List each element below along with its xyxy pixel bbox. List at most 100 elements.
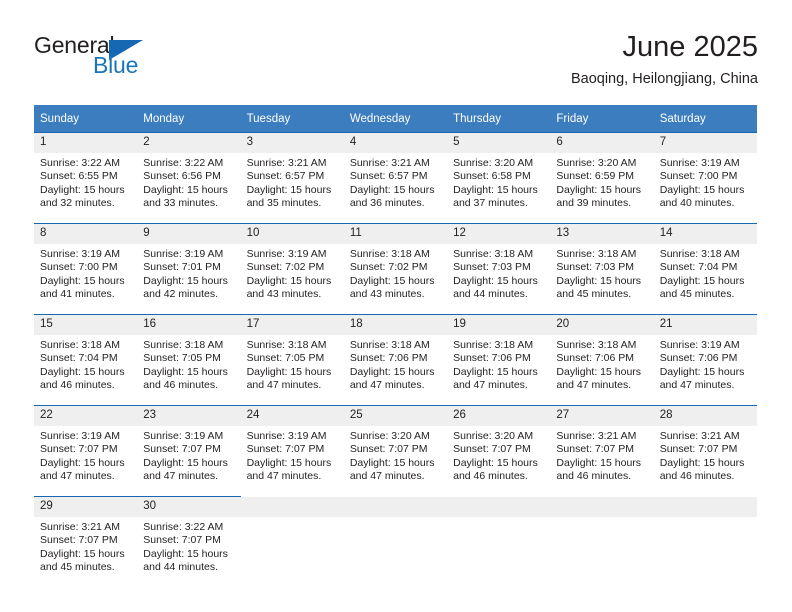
sunset-text: Sunset: 7:07 PM xyxy=(659,443,738,456)
day-cell-inner: 7 Sunrise: 3:19 AM Sunset: 7:00 PM Daylight… xyxy=(653,133,757,223)
sunset-text: Sunset: 7:01 PM xyxy=(143,261,221,274)
sunrise-text: Sunrise: 3:19 AM xyxy=(40,430,120,442)
calendar-day-cell[interactable]: 24 Sunrise: 3:19 AM Sunset: 7:07 PM Dayligh… xyxy=(240,405,344,497)
calendar-empty-cell xyxy=(447,496,551,588)
calendar-day-cell[interactable]: 18 Sunrise: 3:18 AM Sunset: 7:06 PM Dayligh… xyxy=(343,314,448,406)
sunrise-text: Sunrise: 3:19 AM xyxy=(246,430,327,442)
logo-word-blue: Blue xyxy=(93,52,139,78)
sunset-text: Sunset: 6:56 PM xyxy=(143,170,221,183)
day-cell-inner xyxy=(550,496,654,587)
calendar-empty-cell xyxy=(343,496,448,588)
calendar-day-cell[interactable]: 17 Sunrise: 3:18 AM Sunset: 7:05 PM Dayligh… xyxy=(240,314,344,406)
calendar-day-cell[interactable]: 19 Sunrise: 3:18 AM Sunset: 7:06 PM Dayligh… xyxy=(447,314,551,406)
calendar-day-cell[interactable]: 8 Sunrise: 3:19 AM Sunset: 7:00 PM Daylight… xyxy=(34,223,138,315)
daylight-text-line2: and 43 minutes. xyxy=(246,288,322,301)
calendar-day-cell[interactable]: 6 Sunrise: 3:20 AM Sunset: 6:59 PM Daylight… xyxy=(550,132,654,224)
day-cell-inner: 6 Sunrise: 3:20 AM Sunset: 6:59 PM Daylight… xyxy=(550,133,654,223)
sunset-text: Sunset: 7:07 PM xyxy=(143,443,221,456)
calendar-day-cell[interactable]: 9 Sunrise: 3:19 AM Sunset: 7:01 PM Daylight… xyxy=(137,223,241,315)
day-details: Sunrise: 3:19 AM Sunset: 7:02 PM Daylight:… xyxy=(241,244,344,302)
day-number: 10 xyxy=(240,224,344,244)
calendar-day-cell[interactable]: 16 Sunrise: 3:18 AM Sunset: 7:05 PM Dayligh… xyxy=(137,314,241,406)
calendar-day-cell[interactable]: 2 Sunrise: 3:22 AM Sunset: 6:56 PM Daylight… xyxy=(137,132,241,224)
sunrise-text: Sunrise: 3:19 AM xyxy=(143,430,224,442)
calendar-day-cell[interactable]: 27 Sunrise: 3:21 AM Sunset: 7:07 PM Dayligh… xyxy=(550,405,654,497)
day-details: Sunrise: 3:18 AM Sunset: 7:06 PM Daylight:… xyxy=(447,335,550,393)
sunset-text: Sunset: 6:58 PM xyxy=(453,170,531,183)
sunrise-text: Sunrise: 3:20 AM xyxy=(453,157,534,169)
sunset-text: Sunset: 7:02 PM xyxy=(349,261,428,274)
day-number: 21 xyxy=(653,315,757,335)
daylight-text-line2: and 46 minutes. xyxy=(556,470,632,483)
page-title: June 2025 xyxy=(622,31,758,63)
calendar-day-cell[interactable]: 7 Sunrise: 3:19 AM Sunset: 7:00 PM Daylight… xyxy=(653,132,757,224)
sunset-text: Sunset: 7:06 PM xyxy=(349,352,428,365)
day-cell-inner: 3 Sunrise: 3:21 AM Sunset: 6:57 PM Daylight… xyxy=(240,133,344,223)
daylight-text-line2: and 46 minutes. xyxy=(453,470,528,483)
day-details: Sunrise: 3:18 AM Sunset: 7:03 PM Daylight:… xyxy=(550,244,653,302)
daylight-text-line1: Daylight: 15 hours xyxy=(659,456,745,469)
calendar-day-cell[interactable]: 1 Sunrise: 3:22 AM Sunset: 6:55 PM Daylight… xyxy=(34,132,138,224)
daylight-text-line1: Daylight: 15 hours xyxy=(453,365,538,378)
calendar-day-cell[interactable]: 12 Sunrise: 3:18 AM Sunset: 7:03 PM Dayligh… xyxy=(447,223,551,315)
day-number: 4 xyxy=(343,133,448,153)
day-details: Sunrise: 3:21 AM Sunset: 7:07 PM Daylight:… xyxy=(34,517,137,575)
sunset-text: Sunset: 7:07 PM xyxy=(349,443,428,456)
calendar-day-cell[interactable]: 4 Sunrise: 3:21 AM Sunset: 6:57 PM Daylight… xyxy=(343,132,448,224)
calendar-day-cell[interactable]: 28 Sunrise: 3:21 AM Sunset: 7:07 PM Dayligh… xyxy=(653,405,757,497)
day-number: 17 xyxy=(240,315,344,335)
sunrise-text: Sunrise: 3:19 AM xyxy=(659,339,740,351)
day-details: Sunrise: 3:19 AM Sunset: 7:06 PM Daylight:… xyxy=(654,335,757,393)
sunset-text: Sunset: 7:06 PM xyxy=(453,352,531,365)
daylight-text-line1: Daylight: 15 hours xyxy=(453,183,538,196)
calendar-day-cell[interactable]: 26 Sunrise: 3:20 AM Sunset: 7:07 PM Dayligh… xyxy=(447,405,551,497)
day-details: Sunrise: 3:22 AM Sunset: 6:55 PM Daylight:… xyxy=(34,153,137,211)
calendar-page: General Blue June 2025 Baoqing, Heilongj… xyxy=(0,0,792,612)
calendar-week-row: 15 Sunrise: 3:18 AM Sunset: 7:04 PM Dayligh… xyxy=(34,314,757,406)
day-number: 15 xyxy=(34,315,138,335)
sunrise-text: Sunrise: 3:19 AM xyxy=(40,248,120,260)
sunset-text: Sunset: 7:00 PM xyxy=(659,170,738,183)
daylight-text-line2: and 37 minutes. xyxy=(453,197,528,210)
calendar-day-cell[interactable]: 30 Sunrise: 3:22 AM Sunset: 7:07 PM Dayligh… xyxy=(137,496,241,587)
sunrise-text: Sunrise: 3:18 AM xyxy=(659,248,740,260)
sunrise-text: Sunrise: 3:18 AM xyxy=(556,248,637,260)
sunset-text: Sunset: 6:55 PM xyxy=(40,170,118,183)
calendar-day-cell[interactable]: 20 Sunrise: 3:18 AM Sunset: 7:06 PM Dayligh… xyxy=(550,314,654,406)
daylight-text-line1: Daylight: 15 hours xyxy=(349,365,435,378)
calendar-day-cell[interactable]: 13 Sunrise: 3:18 AM Sunset: 7:03 PM Dayligh… xyxy=(550,223,654,315)
calendar-day-cell[interactable]: 21 Sunrise: 3:19 AM Sunset: 7:06 PM Dayligh… xyxy=(653,314,757,406)
calendar-day-cell[interactable]: 25 Sunrise: 3:20 AM Sunset: 7:07 PM Dayligh… xyxy=(343,405,448,497)
day-cell-inner: 27 Sunrise: 3:21 AM Sunset: 7:07 PM Dayligh… xyxy=(550,406,654,496)
calendar-day-cell[interactable]: 29 Sunrise: 3:21 AM Sunset: 7:07 PM Dayligh… xyxy=(34,496,138,587)
calendar-day-cell[interactable]: 11 Sunrise: 3:18 AM Sunset: 7:02 PM Dayligh… xyxy=(343,223,448,315)
day-cell-inner: 16 Sunrise: 3:18 AM Sunset: 7:05 PM Dayligh… xyxy=(137,315,241,405)
daylight-text-line2: and 46 minutes. xyxy=(143,379,218,392)
weekday-header-saturday: Saturday xyxy=(653,105,757,133)
calendar-day-cell[interactable]: 23 Sunrise: 3:19 AM Sunset: 7:07 PM Dayligh… xyxy=(137,405,241,497)
daylight-text-line2: and 47 minutes. xyxy=(40,470,115,483)
day-number: 26 xyxy=(447,406,551,426)
sunset-text: Sunset: 7:07 PM xyxy=(143,534,221,547)
weekday-header-thursday: Thursday xyxy=(447,105,551,133)
calendar-day-cell[interactable]: 15 Sunrise: 3:18 AM Sunset: 7:04 PM Dayligh… xyxy=(34,314,138,406)
day-cell-inner: 10 Sunrise: 3:19 AM Sunset: 7:02 PM Dayligh… xyxy=(240,224,344,314)
day-cell-inner: 24 Sunrise: 3:19 AM Sunset: 7:07 PM Dayligh… xyxy=(240,406,344,496)
calendar-day-cell[interactable]: 22 Sunrise: 3:19 AM Sunset: 7:07 PM Dayligh… xyxy=(34,405,138,497)
daylight-text-line1: Daylight: 15 hours xyxy=(40,547,125,560)
day-cell-inner: 17 Sunrise: 3:18 AM Sunset: 7:05 PM Dayligh… xyxy=(240,315,344,405)
daylight-text-line1: Daylight: 15 hours xyxy=(40,456,125,469)
calendar-day-cell[interactable]: 5 Sunrise: 3:20 AM Sunset: 6:58 PM Daylight… xyxy=(447,132,551,224)
calendar-day-cell[interactable]: 3 Sunrise: 3:21 AM Sunset: 6:57 PM Daylight… xyxy=(240,132,344,224)
calendar-day-cell[interactable]: 14 Sunrise: 3:18 AM Sunset: 7:04 PM Dayligh… xyxy=(653,223,757,315)
daylight-text-line2: and 45 minutes. xyxy=(556,288,632,301)
daylight-text-line1: Daylight: 15 hours xyxy=(453,456,538,469)
calendar-day-cell[interactable]: 10 Sunrise: 3:19 AM Sunset: 7:02 PM Dayligh… xyxy=(240,223,344,315)
sunrise-text: Sunrise: 3:20 AM xyxy=(556,157,637,169)
daylight-text-line1: Daylight: 15 hours xyxy=(349,183,435,196)
daylight-text-line2: and 44 minutes. xyxy=(143,561,218,574)
day-details: Sunrise: 3:18 AM Sunset: 7:06 PM Daylight:… xyxy=(344,335,447,393)
daylight-text-line2: and 46 minutes. xyxy=(40,379,115,392)
day-number: 5 xyxy=(447,133,551,153)
daylight-text-line2: and 45 minutes. xyxy=(659,288,735,301)
